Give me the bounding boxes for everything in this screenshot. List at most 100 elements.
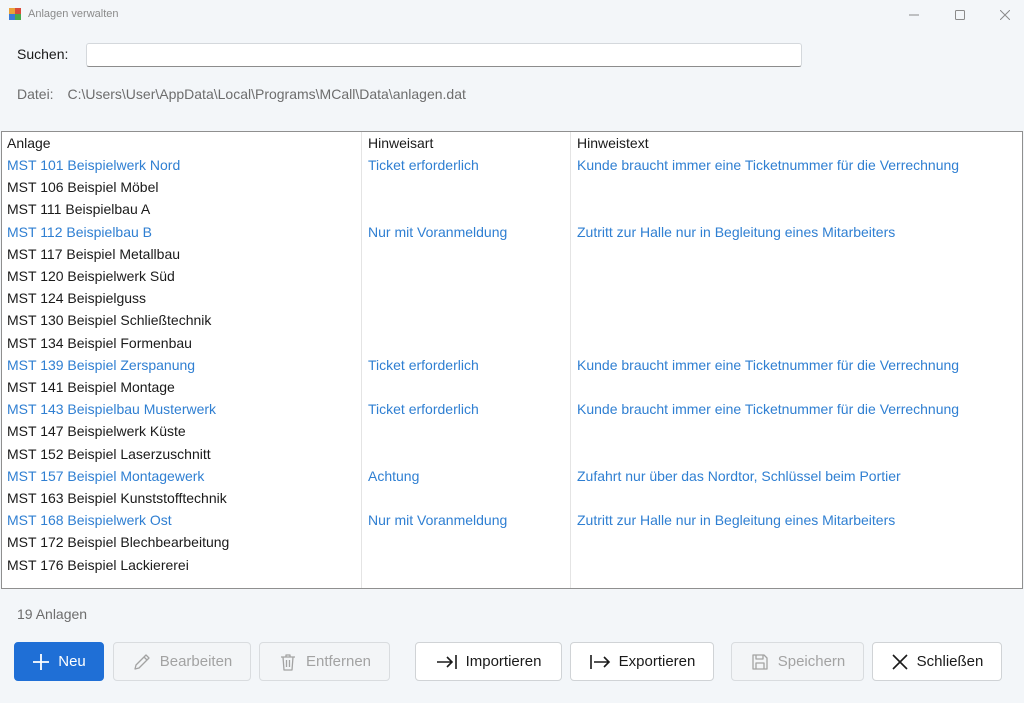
minimize-icon [909,14,919,16]
cell-hinweistext: Kunde braucht immer eine Ticketnummer fü… [577,157,960,173]
export-arrow-icon [589,654,610,669]
table-row[interactable]: MST 143 Beispielbau Musterwerk Ticket erf… [2,398,1022,420]
cell-hinweisart [368,287,568,309]
table-row[interactable]: MST 168 Beispielwerk Ost Nur mit Voranmel… [2,509,1022,531]
table-row[interactable]: MST 120 Beispielwerk Süd [2,265,1022,287]
table-row[interactable]: MST 112 Beispielbau B Nur mit Voranmeldun… [2,221,1022,243]
save-button[interactable]: Speichern [731,642,864,681]
table-row[interactable]: MST 172 Beispiel Blechbearbeitung [2,531,1022,553]
table-row[interactable]: MST 163 Beispiel Kunststofftechnik [2,487,1022,509]
cell-anlage: MST 176 Beispiel Lackiererei [7,556,189,573]
close-x-icon [892,653,908,670]
cell-anlage: MST 157 Beispiel Montagewerk [7,467,205,484]
cell-anlage: MST 141 Beispiel Montage [7,379,175,395]
cell-hinweisart: Achtung [368,467,420,484]
cell-anlage: MST 134 Beispiel Formenbau [7,334,192,351]
cell-hinweisart [368,198,568,220]
minimize-button[interactable] [891,0,937,30]
close-button-label: Schließen [916,653,984,670]
cell-anlage: MST 163 Beispiel Kunststofftechnik [7,490,227,506]
maximize-button[interactable] [937,0,983,30]
cell-hinweistext [577,243,1017,265]
table-row[interactable]: MST 111 Beispielbau A [2,198,1022,220]
cell-hinweistext [577,265,1017,287]
cell-anlage: MST 106 Beispiel Möbel [7,179,159,196]
cell-hinweistext [577,487,1017,509]
cell-hinweisart [368,420,568,442]
cell-hinweistext [577,332,1017,354]
column-header-hinweistext[interactable]: Hinweistext [577,132,1017,154]
record-count: 19 Anlagen [17,606,88,622]
cell-hinweisart [368,487,568,509]
table-row[interactable]: MST 101 Beispielwerk Nord Ticket erforder… [2,154,1022,176]
search-input[interactable] [86,43,802,67]
table-row[interactable]: MST 139 Beispiel Zerspanung Ticket erford… [2,354,1022,376]
cell-hinweisart [368,243,568,265]
cell-anlage: MST 117 Beispiel Metallbau [7,245,181,262]
cell-anlage: MST 124 Beispielguss [7,290,147,307]
cell-hinweisart [368,554,568,576]
window-close-button[interactable] [982,0,1024,30]
table-row[interactable]: MST 152 Beispiel Laserzuschnitt [2,443,1022,465]
cell-anlage: MST 111 Beispielbau A [7,201,151,218]
cell-hinweistext [577,420,1017,442]
title-bar: Anlagen verwalten [0,0,1024,30]
cell-hinweistext: Zufahrt nur über das Nordtor, Schlüssel … [577,467,901,484]
cell-hinweistext [577,287,1017,309]
table-row[interactable]: MST 124 Beispielguss [2,287,1022,309]
table-row[interactable]: MST 141 Beispiel Montage [2,376,1022,398]
cell-hinweisart: Nur mit Voranmeldung [368,512,508,529]
import-button[interactable]: Importieren [415,642,562,681]
trash-icon [280,653,295,671]
cell-hinweistext [577,554,1017,576]
file-path: C:\Users\User\AppData\Local\Programs\MCa… [67,86,466,102]
window-title: Anlagen verwalten [28,8,119,20]
cell-anlage: MST 168 Beispielwerk Ost [7,512,172,529]
cell-hinweisart [368,265,568,287]
new-button-label: Neu [58,653,86,670]
cell-anlage: MST 120 Beispielwerk Süd [7,268,175,284]
cell-hinweistext: Kunde braucht immer eine Ticketnummer fü… [577,356,960,373]
plus-icon [33,653,50,670]
edit-button[interactable]: Bearbeiten [113,642,251,681]
table-row[interactable]: MST 176 Beispiel Lackiererei [2,554,1022,576]
cell-anlage: MST 152 Beispiel Laserzuschnitt [7,445,211,462]
close-icon [1000,10,1010,20]
import-arrow-icon [436,654,457,669]
column-header-anlage[interactable]: Anlage [7,132,357,154]
cell-hinweisart [368,332,568,354]
table-row[interactable]: MST 157 Beispiel Montagewerk Achtung Zufah… [2,465,1022,487]
cell-hinweisart: Ticket erforderlich [368,157,479,173]
cell-anlage: MST 130 Beispiel Schließtechnik [7,312,212,329]
cell-hinweistext: Zutritt zur Halle nur in Begleitung eine… [577,512,896,529]
cell-hinweistext [577,531,1017,553]
anlagen-grid[interactable]: Anlage Hinweisart Hinweistext MST 101 Be… [1,131,1023,589]
table-row[interactable]: MST 130 Beispiel Schließtechnik [2,309,1022,331]
cell-hinweisart [368,309,568,331]
cell-hinweisart: Ticket erforderlich [368,401,479,418]
cell-anlage: MST 172 Beispiel Blechbearbeitung [7,534,230,551]
new-button[interactable]: Neu [14,642,104,681]
remove-button[interactable]: Entfernen [259,642,390,681]
cell-hinweisart [368,376,568,398]
cell-hinweistext [577,376,1017,398]
cell-hinweisart: Ticket erforderlich [368,356,479,373]
table-row[interactable]: MST 106 Beispiel Möbel [2,176,1022,198]
table-row[interactable]: MST 134 Beispiel Formenbau [2,332,1022,354]
close-button[interactable]: Schließen [872,642,1002,681]
cell-anlage: MST 139 Beispiel Zerspanung [7,356,196,373]
table-row[interactable]: MST 117 Beispiel Metallbau [2,243,1022,265]
file-label: Datei: [17,86,54,102]
cell-anlage: MST 112 Beispielbau B [7,223,153,240]
remove-button-label: Entfernen [305,653,372,670]
grid-header: Anlage Hinweisart Hinweistext [2,132,1022,154]
column-header-hinweisart[interactable]: Hinweisart [368,132,568,154]
cell-hinweisart: Nur mit Voranmeldung [368,223,508,240]
cell-anlage: MST 147 Beispielwerk Küste [7,423,186,440]
table-row[interactable]: MST 147 Beispielwerk Küste [2,420,1022,442]
file-path-row: Datei: C:\Users\User\AppData\Local\Progr… [17,86,466,102]
export-button[interactable]: Exportieren [570,642,714,681]
cell-hinweistext [577,176,1017,198]
cell-hinweisart [368,531,568,553]
maximize-icon [955,10,965,20]
